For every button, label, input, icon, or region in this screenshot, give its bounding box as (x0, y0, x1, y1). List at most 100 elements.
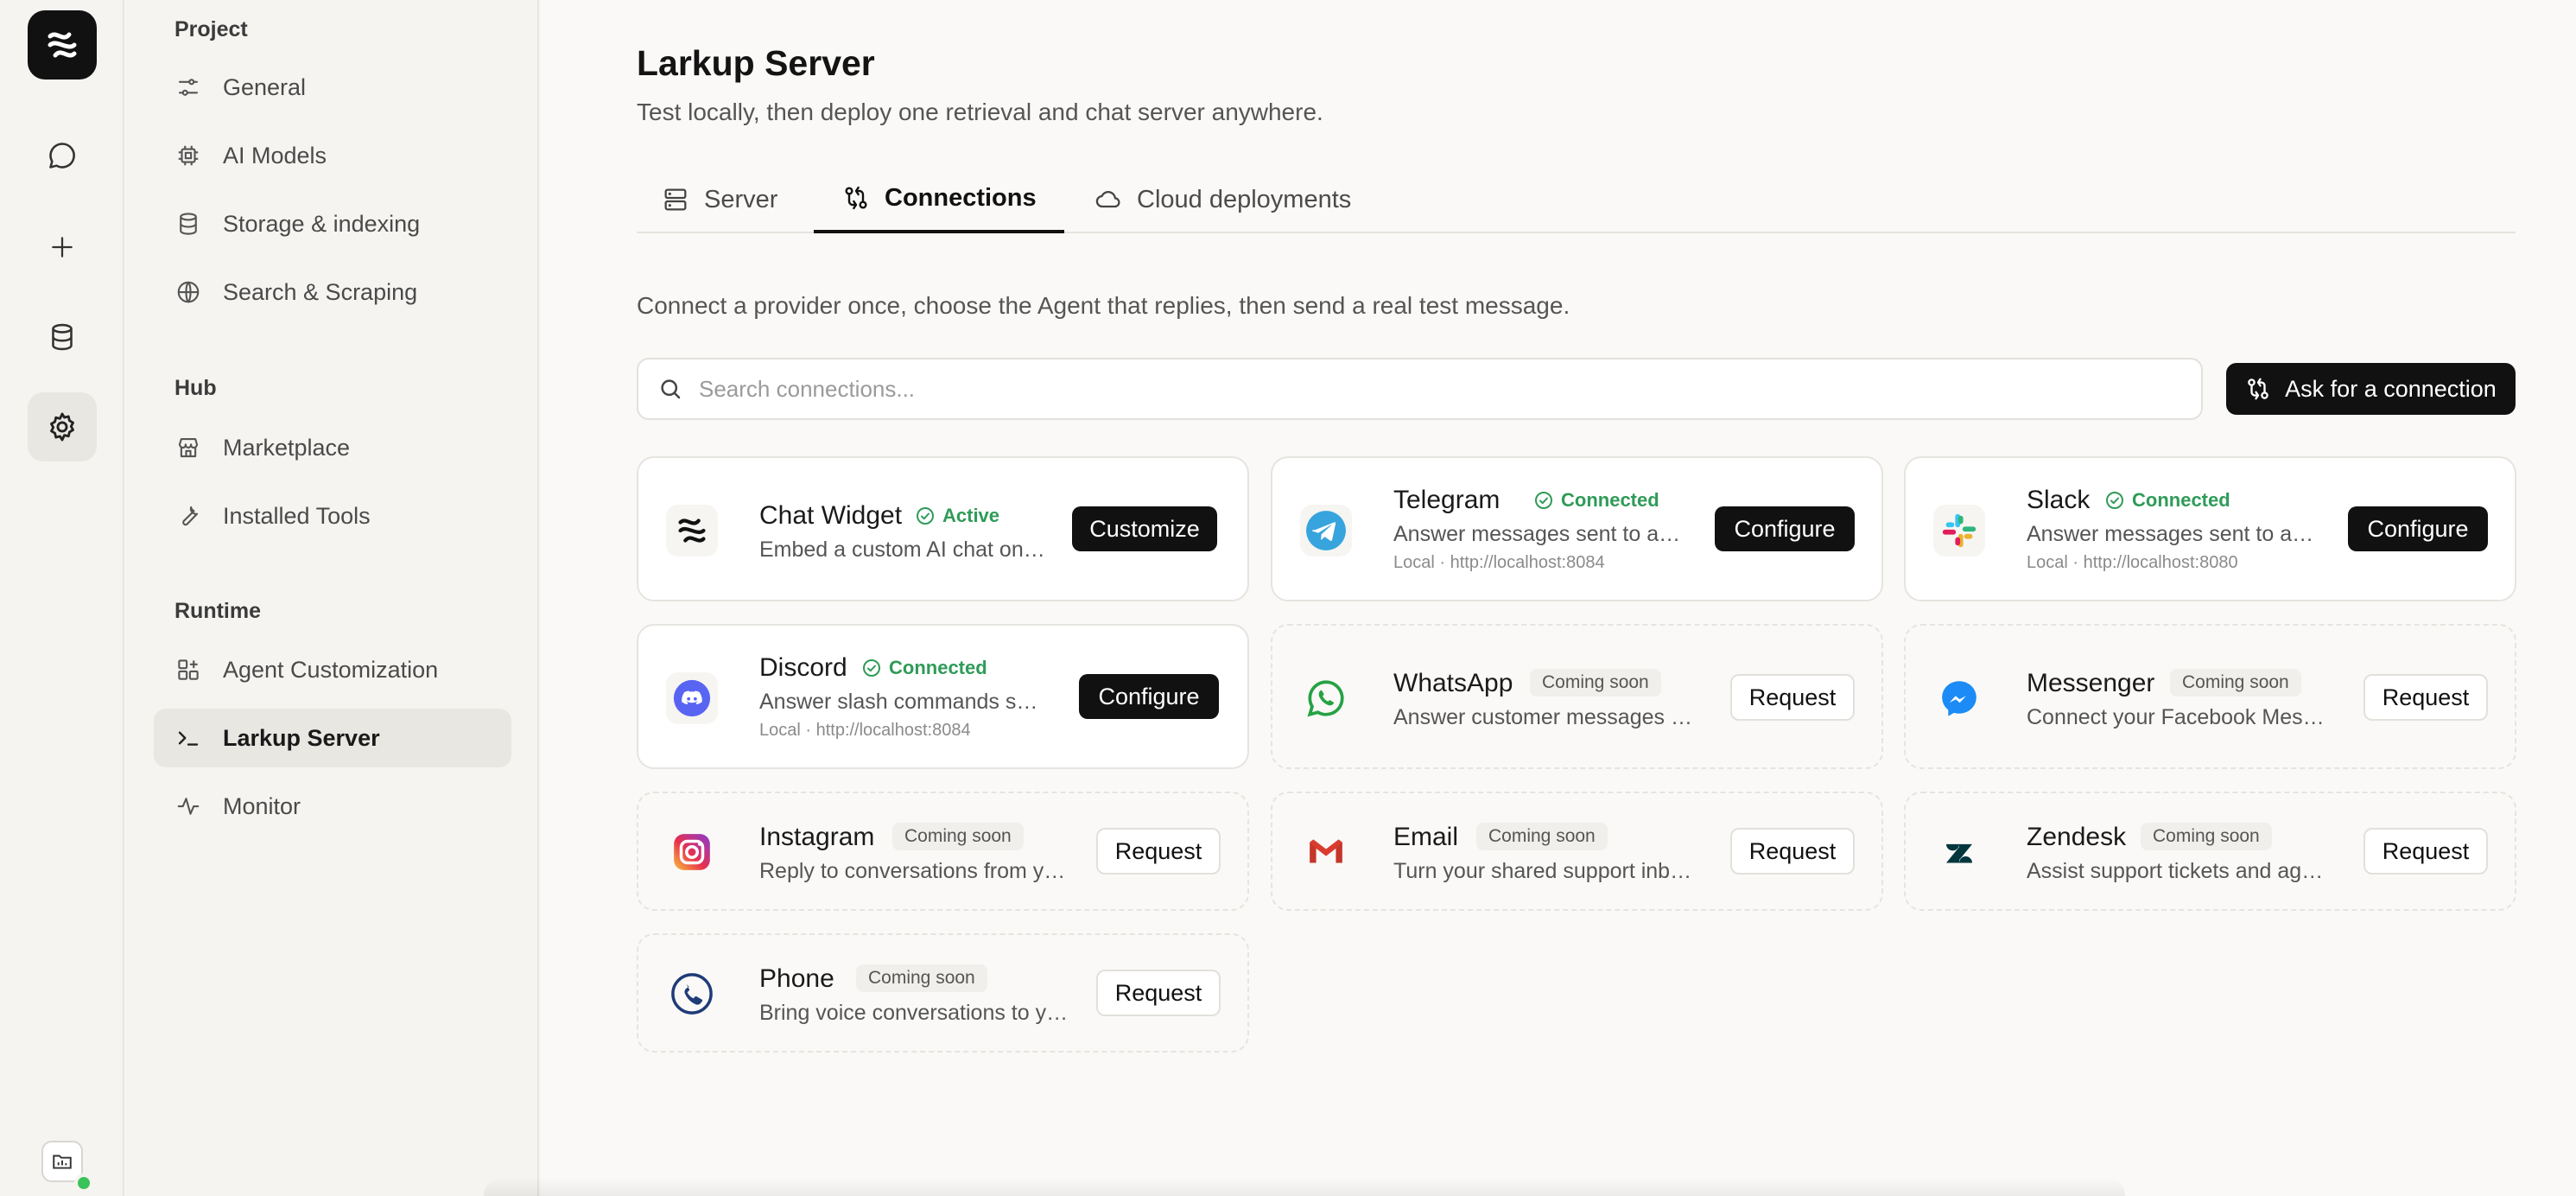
chat-nav-button[interactable] (28, 121, 97, 190)
card-name: WhatsApp (1393, 669, 1513, 697)
card-name: Slack (2027, 486, 2091, 514)
telegram-icon (1300, 505, 1352, 557)
connections-intro: Connect a provider once, choose the Agen… (637, 292, 1570, 319)
sidebar-item-storage[interactable]: Storage & indexing (154, 194, 511, 253)
store-icon (174, 434, 202, 461)
request-button[interactable]: Request (1730, 828, 1855, 875)
sidebar-item-label: Larkup Server (223, 724, 380, 751)
tab-server[interactable]: Server (633, 166, 805, 233)
configure-button[interactable]: Configure (2348, 506, 2488, 551)
status-text: Connected (2132, 489, 2230, 511)
connection-card-telegram: Telegram Connected Answer messages sent … (1271, 456, 1883, 601)
sliders-icon (174, 73, 202, 101)
slack-icon (1933, 505, 1985, 557)
section-title-hub: Hub (174, 376, 217, 400)
settings-nav-button[interactable] (28, 392, 97, 461)
chip-icon (174, 142, 202, 169)
connection-card-discord: Discord Connected Answer slash commands … (637, 624, 1249, 769)
check-circle-icon (1533, 490, 1554, 511)
card-endpoint: Local · http://localhost:8084 (1393, 553, 1605, 572)
card-name: Instagram (759, 823, 875, 851)
database-nav-button[interactable] (28, 302, 97, 372)
sidebar-item-monitor[interactable]: Monitor (154, 777, 511, 836)
connection-card-email: Email Coming soon Turn your shared suppo… (1271, 792, 1883, 911)
customize-button[interactable]: Customize (1072, 506, 1217, 551)
connection-card-whatsapp: WhatsApp Coming soon Answer customer mes… (1271, 624, 1883, 769)
coming-soon-badge: Coming soon (2170, 669, 2301, 697)
messenger-icon (1933, 672, 1985, 724)
configure-button[interactable]: Configure (1079, 674, 1219, 719)
section-title-runtime: Runtime (174, 599, 261, 623)
sidebar-item-label: Agent Customization (223, 656, 439, 683)
gear-icon (50, 412, 74, 442)
card-name: Zendesk (2027, 823, 2127, 851)
card-name: Email (1393, 823, 1459, 851)
sidebar-item-label: Installed Tools (223, 502, 371, 529)
check-circle-icon (2104, 490, 2125, 511)
request-button[interactable]: Request (2363, 828, 2488, 875)
icon-rail (0, 0, 124, 1196)
coming-soon-badge: Coming soon (2141, 823, 2272, 850)
sidebar-item-installed-tools[interactable]: Installed Tools (154, 487, 511, 545)
status-badge: Connected (2104, 489, 2230, 512)
sidebar-item-label: Storage & indexing (223, 210, 421, 237)
ask-connection-label: Ask for a connection (2285, 375, 2497, 402)
card-description: Answer customer messages through WhatsAp… (1393, 705, 1697, 729)
gmail-icon (1300, 826, 1352, 878)
sidebar-item-marketplace[interactable]: Marketplace (154, 418, 511, 477)
card-name: Chat Widget (759, 501, 903, 530)
card-description: Connect your Facebook Messenger page (2027, 705, 2331, 729)
main-content: Larkup Server Test locally, then deploy … (541, 0, 2576, 1196)
card-name: Telegram (1393, 486, 1501, 514)
plus-icon (52, 237, 73, 258)
connection-card-zendesk: Zendesk Coming soon Assist support ticke… (1904, 792, 2516, 911)
page-title: Larkup Server (637, 43, 875, 83)
chat-widget-logo-icon (666, 505, 718, 557)
sidebar-item-label: Marketplace (223, 434, 351, 461)
request-button[interactable]: Request (2363, 674, 2488, 721)
connections-icon (841, 183, 871, 213)
tab-connections[interactable]: Connections (814, 166, 1064, 233)
request-button[interactable]: Request (1730, 674, 1855, 721)
tab-bar: Server Connections Cloud deployments (637, 166, 2516, 233)
search-input[interactable] (699, 375, 2081, 403)
card-description: Assist support tickets and agents (2027, 859, 2331, 883)
new-button[interactable] (28, 213, 97, 282)
search-icon (661, 379, 681, 399)
connection-card-slack: Slack Connected Answer messages sent to … (1904, 456, 2516, 601)
card-description: Embed a custom AI chat on your website (759, 538, 1048, 562)
sidebar-item-ai-models[interactable]: AI Models (154, 126, 511, 185)
sidebar-item-agent-customization[interactable]: Agent Customization (154, 640, 511, 699)
coming-soon-badge: Coming soon (1530, 669, 1661, 697)
card-description: Answer messages sent to a Slack workspac… (2027, 522, 2315, 546)
sidebar-item-general[interactable]: General (154, 58, 511, 117)
instagram-icon (666, 826, 718, 878)
status-text: Connected (889, 657, 987, 678)
tab-cloud-deployments[interactable]: Cloud deployments (1066, 166, 1379, 233)
card-endpoint: Local · http://localhost:8080 (2027, 553, 2238, 572)
ask-connection-button[interactable]: Ask for a connection (2226, 363, 2516, 415)
configure-button[interactable]: Configure (1715, 506, 1855, 551)
request-button[interactable]: Request (1096, 828, 1221, 875)
server-icon (661, 185, 690, 214)
activity-icon (174, 792, 202, 820)
sidebar-item-label: General (223, 73, 307, 100)
tab-label: Cloud deployments (1137, 185, 1352, 213)
grid-plus-icon (174, 656, 202, 684)
wrench-icon (174, 502, 202, 530)
sidebar-item-larkup-server[interactable]: Larkup Server (154, 709, 511, 767)
card-name: Discord (759, 653, 847, 682)
database-icon (174, 210, 202, 238)
page-subtitle: Test locally, then deploy one retrieval … (637, 99, 1323, 125)
bottom-edge-shadow (484, 1177, 2125, 1196)
status-badge: Connected (1533, 489, 1659, 512)
sidebar-item-search-scraping[interactable]: Search & Scraping (154, 263, 511, 321)
card-name: Phone (759, 964, 834, 993)
status-text: Connected (1561, 489, 1659, 511)
sidebar-item-label: AI Models (223, 142, 327, 169)
chat-icon (49, 143, 75, 169)
connections-icon (2245, 376, 2271, 402)
app-logo[interactable] (28, 10, 97, 80)
request-button[interactable]: Request (1096, 970, 1221, 1016)
zendesk-icon (1933, 826, 1985, 878)
